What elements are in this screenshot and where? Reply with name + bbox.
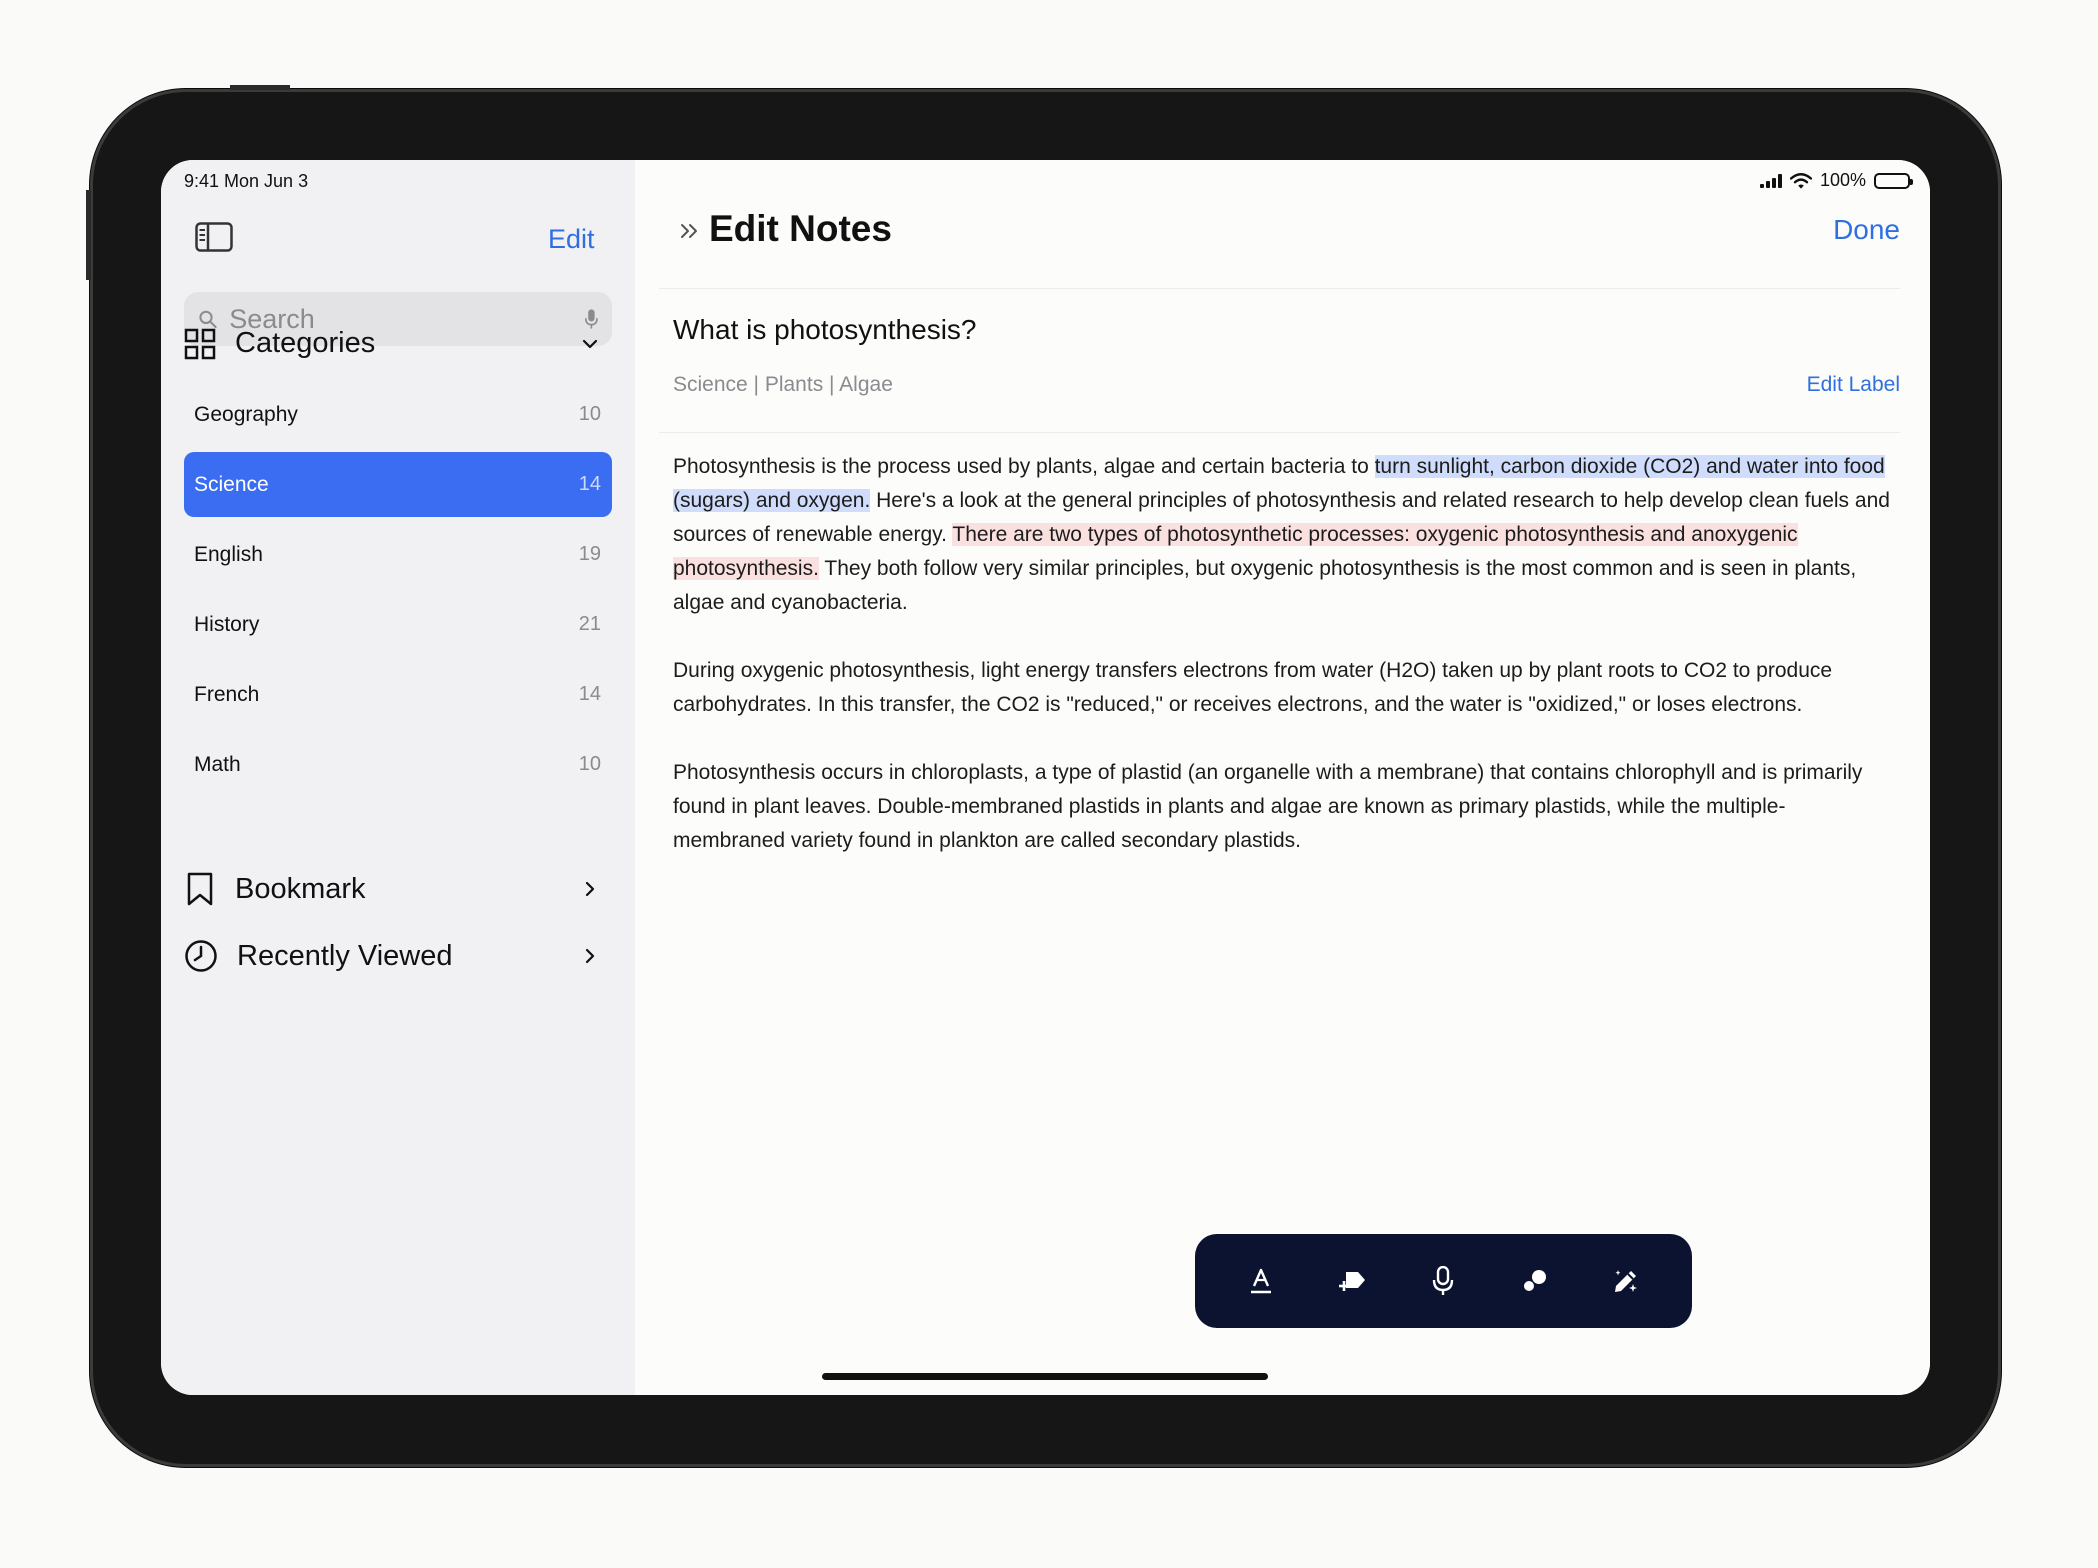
sidebar-toggle-icon[interactable] (195, 222, 233, 252)
chevron-down-icon (582, 339, 598, 348)
category-item-science[interactable]: Science 14 (184, 452, 612, 517)
note-body[interactable]: Photosynthesis is the process used by pl… (673, 450, 1895, 892)
screen: 9:41 Mon Jun 3 Edit Search Categories Ge… (161, 160, 1930, 1395)
clock-icon (185, 940, 217, 972)
category-name: French (194, 682, 260, 706)
shapes-icon (1523, 1270, 1546, 1291)
bookmark-icon (187, 872, 213, 906)
device-side-button (86, 190, 91, 280)
expand-chevrons-icon[interactable] (679, 220, 701, 242)
page-title: Edit Notes (709, 208, 892, 249)
sidebar-edit-button[interactable]: Edit (548, 224, 595, 255)
categories-label: Categories (235, 327, 376, 359)
magic-pen-button[interactable] (1604, 1259, 1648, 1303)
paragraph: Photosynthesis is the process used by pl… (673, 450, 1895, 620)
battery-percent: 100% (1819, 170, 1866, 190)
category-name: History (194, 612, 260, 636)
chevron-right-icon (585, 881, 595, 897)
add-tag-button[interactable] (1330, 1259, 1374, 1303)
cellular-signal-icon (1759, 173, 1782, 188)
status-indicators: 100% (1759, 170, 1913, 191)
recently-viewed-label: Recently Viewed (237, 939, 453, 972)
bookmark-label: Bookmark (235, 872, 366, 905)
paragraph: Photosynthesis occurs in chloroplasts, a… (673, 761, 1863, 852)
category-item-math[interactable]: Math 10 (184, 732, 612, 797)
sidebar: 9:41 Mon Jun 3 Edit Search Categories Ge… (161, 160, 635, 1395)
magic-pen-icon (1615, 1270, 1638, 1292)
category-item-geography[interactable]: Geography 10 (184, 382, 612, 447)
category-count: 10 (578, 403, 601, 425)
grid-icon (184, 328, 216, 359)
microphone-icon (1433, 1266, 1454, 1295)
text-format-icon (1250, 1268, 1271, 1294)
note-editor: 100% Edit Notes Done What is photosynthe… (635, 160, 1930, 1395)
wifi-icon (1789, 172, 1812, 189)
divider (659, 432, 1900, 433)
category-count: 21 (578, 613, 601, 635)
category-count: 10 (578, 753, 601, 775)
paragraph: During oxygenic photosynthesis, light en… (673, 659, 1833, 716)
category-count: 14 (578, 683, 601, 705)
text-run: They both follow very similar principles… (673, 557, 1857, 614)
done-button[interactable]: Done (1833, 214, 1900, 246)
add-tag-icon (1339, 1272, 1366, 1291)
category-item-history[interactable]: History 21 (184, 592, 612, 657)
dictation-button[interactable] (1421, 1259, 1465, 1303)
category-count: 19 (578, 543, 601, 565)
text-run: Photosynthesis is the process used by pl… (673, 455, 1375, 478)
categories-header[interactable]: Categories (184, 327, 612, 360)
category-name: English (194, 542, 263, 566)
bookmark-row[interactable]: Bookmark (184, 872, 612, 906)
editor-header: Edit Notes Done (659, 208, 1900, 256)
format-toolbar (1195, 1234, 1692, 1328)
device-top-button (230, 85, 290, 90)
status-time: 9:41 Mon Jun 3 (184, 171, 309, 191)
category-name: Science (194, 472, 269, 496)
category-name: Math (194, 752, 241, 776)
edit-label-button[interactable]: Edit Label (1807, 373, 1900, 397)
text-format-button[interactable] (1239, 1259, 1283, 1303)
category-count: 14 (578, 473, 601, 495)
chevron-right-icon (585, 948, 595, 964)
recently-viewed-row[interactable]: Recently Viewed (184, 939, 612, 973)
note-labels: Science | Plants | Algae (673, 373, 893, 396)
note-title[interactable]: What is photosynthesis? (673, 314, 977, 346)
category-list: Geography 10 Science 14 English 19 Histo… (184, 382, 612, 802)
battery-icon (1874, 172, 1913, 189)
category-item-english[interactable]: English 19 (184, 522, 612, 587)
category-item-french[interactable]: French 14 (184, 662, 612, 727)
shapes-button[interactable] (1513, 1259, 1557, 1303)
category-name: Geography (194, 402, 298, 426)
home-indicator[interactable] (822, 1373, 1268, 1380)
divider (659, 288, 1900, 289)
